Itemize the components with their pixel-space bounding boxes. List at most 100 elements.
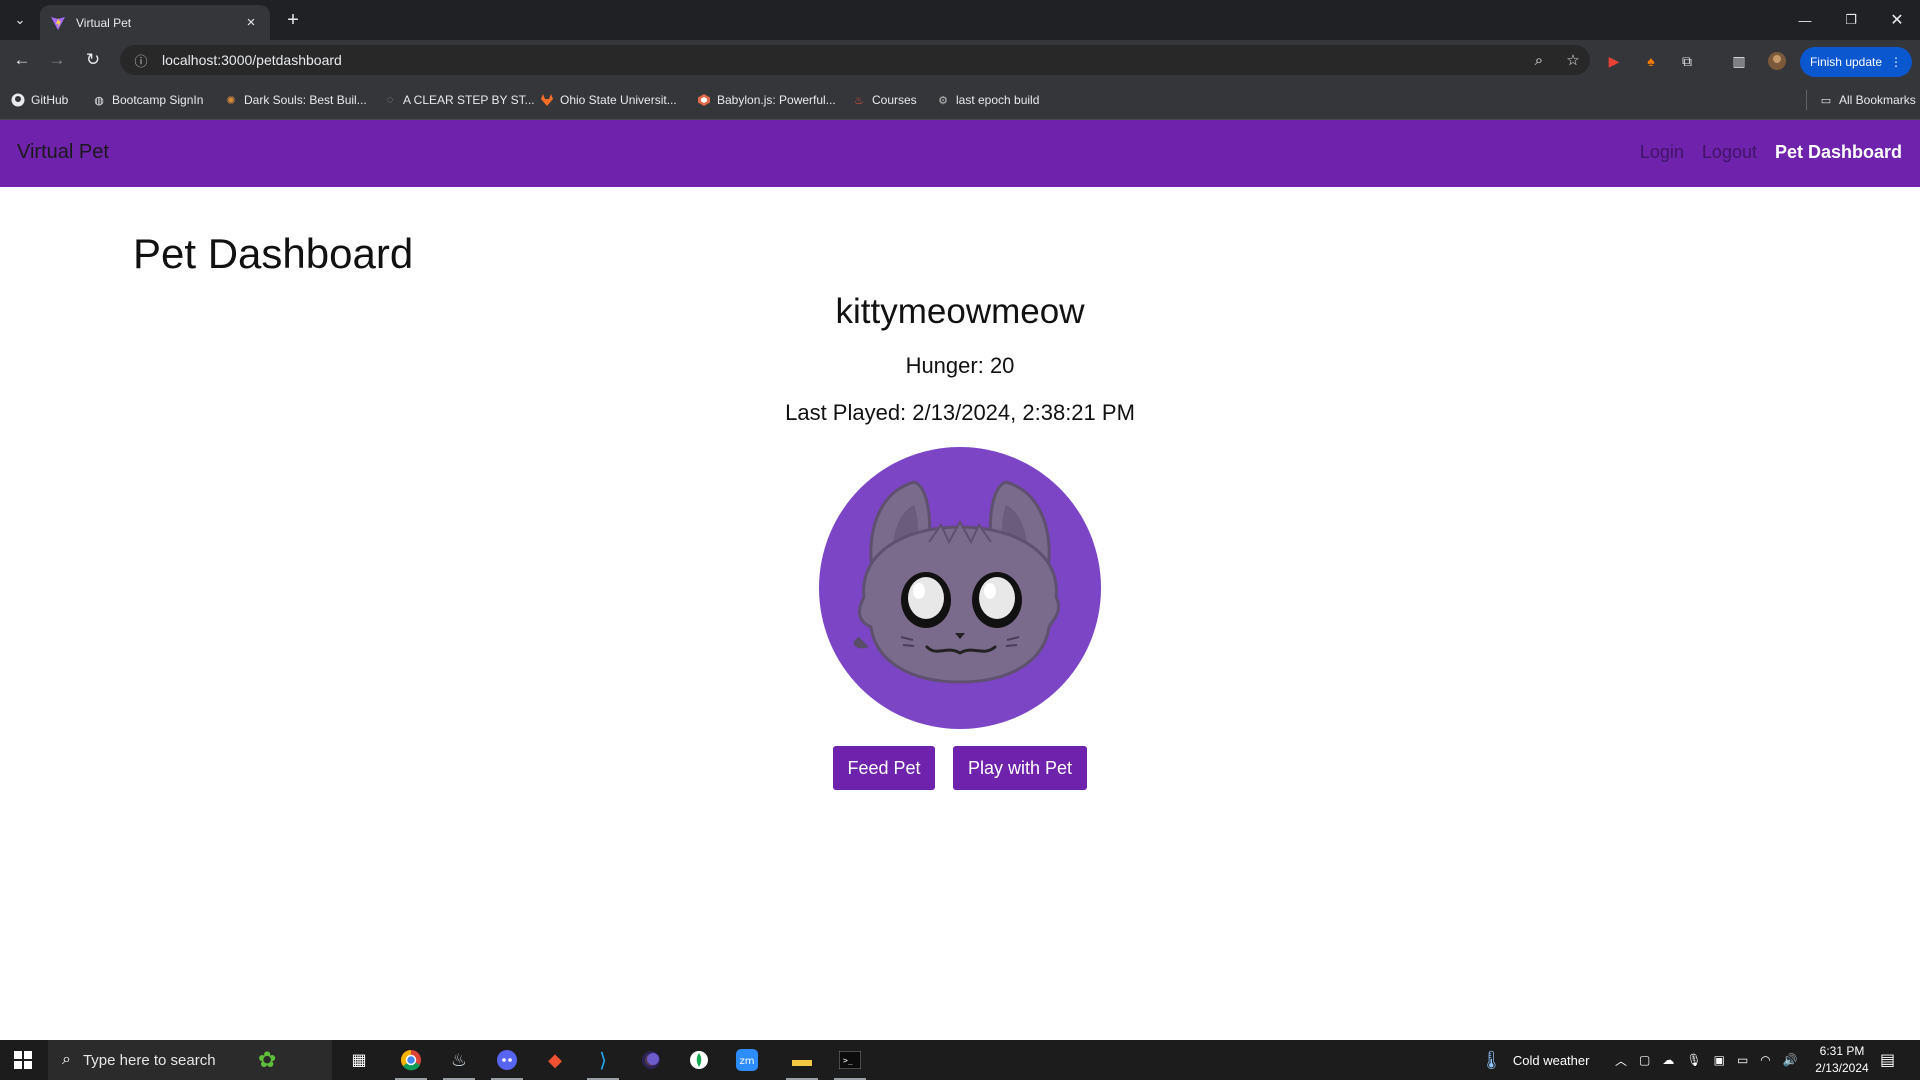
play-with-pet-button[interactable]: Play with Pet bbox=[953, 746, 1087, 790]
clock-date: 2/13/2024 bbox=[1815, 1061, 1869, 1075]
bookmark-label: A CLEAR STEP BY ST... bbox=[403, 93, 535, 107]
bookmark-github[interactable]: GitHub bbox=[11, 90, 68, 110]
back-button[interactable]: ← bbox=[8, 46, 36, 74]
pet-hunger: Hunger: 20 bbox=[905, 353, 1015, 378]
svg-text:zm: zm bbox=[740, 1056, 755, 1067]
new-tab-button[interactable]: + bbox=[282, 9, 304, 31]
page-title: Pet Dashboard bbox=[133, 230, 414, 277]
folder-icon: ▭ bbox=[1820, 94, 1832, 107]
task-view-icon[interactable]: ▦ bbox=[335, 1040, 383, 1080]
finish-update-button[interactable]: Finish update ⋮ bbox=[1800, 47, 1912, 77]
pet-last-played: Last Played: 2/13/2024, 2:38:21 PM bbox=[785, 400, 1135, 425]
profile-avatar-icon[interactable] bbox=[1766, 50, 1788, 72]
finish-update-label: Finish update bbox=[1809, 55, 1883, 69]
tray-chevron-up-icon[interactable]: ︿ bbox=[1615, 1052, 1627, 1069]
weather-text: Cold weather bbox=[1512, 1052, 1590, 1068]
taskbar-chrome-icon[interactable] bbox=[387, 1040, 435, 1080]
browser-tab-active[interactable]: Virtual Pet × bbox=[40, 5, 270, 40]
side-panel-icon[interactable]: ▥ bbox=[1728, 50, 1750, 72]
taskbar-vscode-icon[interactable]: ⟩ bbox=[579, 1040, 627, 1080]
bookmark-clear-step[interactable]: ◌ A CLEAR STEP BY ST... bbox=[383, 90, 535, 110]
tab-close-icon[interactable]: × bbox=[242, 14, 260, 31]
weather-widget[interactable]: 🌡 Cold weather bbox=[1480, 1040, 1589, 1080]
bookmarks-bar: GitHub ◍ Bootcamp SignIn ✺ Dark Souls: B… bbox=[0, 80, 1920, 120]
site-info-icon[interactable]: ⓘ bbox=[132, 51, 150, 69]
notification-center-icon[interactable]: ▤ bbox=[1880, 1040, 1895, 1080]
nav-logout-link[interactable]: Logout bbox=[1702, 142, 1757, 163]
tab-search-button[interactable]: ⌄ bbox=[8, 8, 32, 32]
mardi-gras-mask-icon: ✿ bbox=[258, 1047, 277, 1072]
bookmark-babylon[interactable]: Babylon.js: Powerful... bbox=[697, 90, 836, 110]
url-text[interactable]: localhost:3000/petdashboard bbox=[162, 52, 1522, 68]
tray-battery-icon[interactable]: ▭ bbox=[1737, 1053, 1748, 1067]
taskbar-mongodb-icon[interactable] bbox=[675, 1040, 723, 1080]
extensions-puzzle-icon[interactable]: ⧉ bbox=[1676, 50, 1698, 72]
gitlab-icon bbox=[540, 93, 554, 107]
close-window-button[interactable]: ✕ bbox=[1874, 6, 1920, 34]
system-tray: ︿ ▢ ☁ 🎙 ▣ ▭ ◠ 🔊 bbox=[1615, 1040, 1798, 1080]
nav-dashboard-link[interactable]: Pet Dashboard bbox=[1775, 142, 1902, 163]
taskbar-search-placeholder: Type here to search bbox=[82, 1051, 216, 1069]
feed-pet-button[interactable]: Feed Pet bbox=[833, 746, 935, 790]
windows-logo-icon bbox=[14, 1051, 32, 1069]
brand-link[interactable]: Virtual Pet bbox=[17, 141, 109, 164]
extension-orange-icon[interactable]: ♠ bbox=[1640, 50, 1662, 72]
cat-face-icon bbox=[853, 480, 1061, 684]
app-navbar: Virtual Pet Login Logout Pet Dashboard bbox=[0, 120, 1920, 187]
taskbar-steam-icon[interactable]: ♨ bbox=[435, 1040, 483, 1080]
pet-name: kittymeowmeow bbox=[835, 292, 1085, 331]
bookmark-label: last epoch build bbox=[956, 93, 1040, 107]
extension-red-icon[interactable]: ▶ bbox=[1603, 50, 1625, 72]
all-bookmarks-button[interactable]: ▭ All Bookmarks bbox=[1806, 90, 1916, 110]
clock-time: 6:31 PM bbox=[1819, 1044, 1865, 1058]
babylon-icon bbox=[697, 93, 711, 107]
tray-wifi-icon[interactable]: ◠ bbox=[1760, 1053, 1770, 1067]
fire-icon: ♨ bbox=[854, 94, 864, 107]
tray-volume-icon[interactable]: 🔊 bbox=[1783, 1053, 1798, 1067]
taskbar: ⌕ Type here to search ✿ ▦ ♨ ◆ ⟩ zm ▬ >_ … bbox=[0, 1040, 1920, 1080]
nav-login-link[interactable]: Login bbox=[1640, 142, 1684, 163]
globe-icon: ◍ bbox=[94, 94, 104, 107]
darksouls-icon: ✺ bbox=[226, 94, 236, 107]
kebab-menu-icon: ⋮ bbox=[1890, 55, 1903, 69]
vite-favicon-icon bbox=[51, 16, 65, 30]
bookmark-dark-souls[interactable]: ✺ Dark Souls: Best Buil... bbox=[224, 90, 367, 110]
restore-button[interactable]: ❐ bbox=[1828, 6, 1874, 34]
taskbar-terminal-icon[interactable]: >_ bbox=[826, 1040, 874, 1080]
bookmark-bootcamp[interactable]: ◍ Bootcamp SignIn bbox=[92, 90, 203, 110]
forward-button[interactable]: → bbox=[43, 46, 71, 74]
pet-avatar bbox=[819, 447, 1101, 729]
search-icon: ⌕ bbox=[62, 1051, 71, 1068]
bookmark-label: Courses bbox=[872, 93, 917, 107]
zoom-icon[interactable]: ⌕ bbox=[1522, 52, 1556, 69]
github-icon bbox=[11, 93, 25, 107]
start-button[interactable] bbox=[0, 1040, 46, 1080]
bookmark-star-icon[interactable]: ☆ bbox=[1556, 51, 1590, 69]
tray-microphone-icon[interactable]: 🎙 bbox=[1686, 1053, 1701, 1067]
bookmark-courses[interactable]: ♨ Courses bbox=[852, 90, 917, 110]
tray-device-icon[interactable]: ▢ bbox=[1639, 1053, 1650, 1067]
taskbar-file-explorer-icon[interactable]: ▬ bbox=[778, 1040, 826, 1080]
epoch-icon: ⚙ bbox=[938, 94, 948, 107]
tab-title: Virtual Pet bbox=[76, 15, 132, 30]
reload-button[interactable]: ↻ bbox=[79, 46, 107, 74]
tray-onedrive-icon[interactable]: ☁ bbox=[1662, 1053, 1674, 1067]
taskbar-zoom-icon[interactable]: zm bbox=[723, 1040, 771, 1080]
taskbar-search[interactable]: ⌕ Type here to search ✿ bbox=[48, 1040, 332, 1080]
bookmark-label: Dark Souls: Best Buil... bbox=[244, 93, 367, 107]
bookmark-label: GitHub bbox=[31, 93, 69, 107]
browser-toolbar: ← → ↻ ⓘ localhost:3000/petdashboard ⌕ ☆ … bbox=[0, 40, 1920, 80]
taskbar-eclipse-icon[interactable] bbox=[627, 1040, 675, 1080]
bookmark-ohio-state[interactable]: Ohio State Universit... bbox=[540, 90, 677, 110]
taskbar-discord-icon[interactable] bbox=[483, 1040, 531, 1080]
taskbar-git-icon[interactable]: ◆ bbox=[531, 1040, 579, 1080]
bookmark-last-epoch[interactable]: ⚙ last epoch build bbox=[936, 90, 1039, 110]
minimize-button[interactable]: — bbox=[1782, 6, 1828, 34]
all-bookmarks-label: All Bookmarks bbox=[1839, 93, 1916, 107]
bookmark-label: Bootcamp SignIn bbox=[112, 93, 204, 107]
tray-display-icon[interactable]: ▣ bbox=[1714, 1053, 1725, 1067]
loading-icon: ◌ bbox=[386, 94, 394, 106]
taskbar-clock[interactable]: 6:31 PM 2/13/2024 bbox=[1800, 1043, 1884, 1077]
nav-links: Login Logout Pet Dashboard bbox=[1640, 142, 1902, 163]
address-bar[interactable]: ⓘ localhost:3000/petdashboard ⌕ ☆ bbox=[120, 45, 1590, 75]
